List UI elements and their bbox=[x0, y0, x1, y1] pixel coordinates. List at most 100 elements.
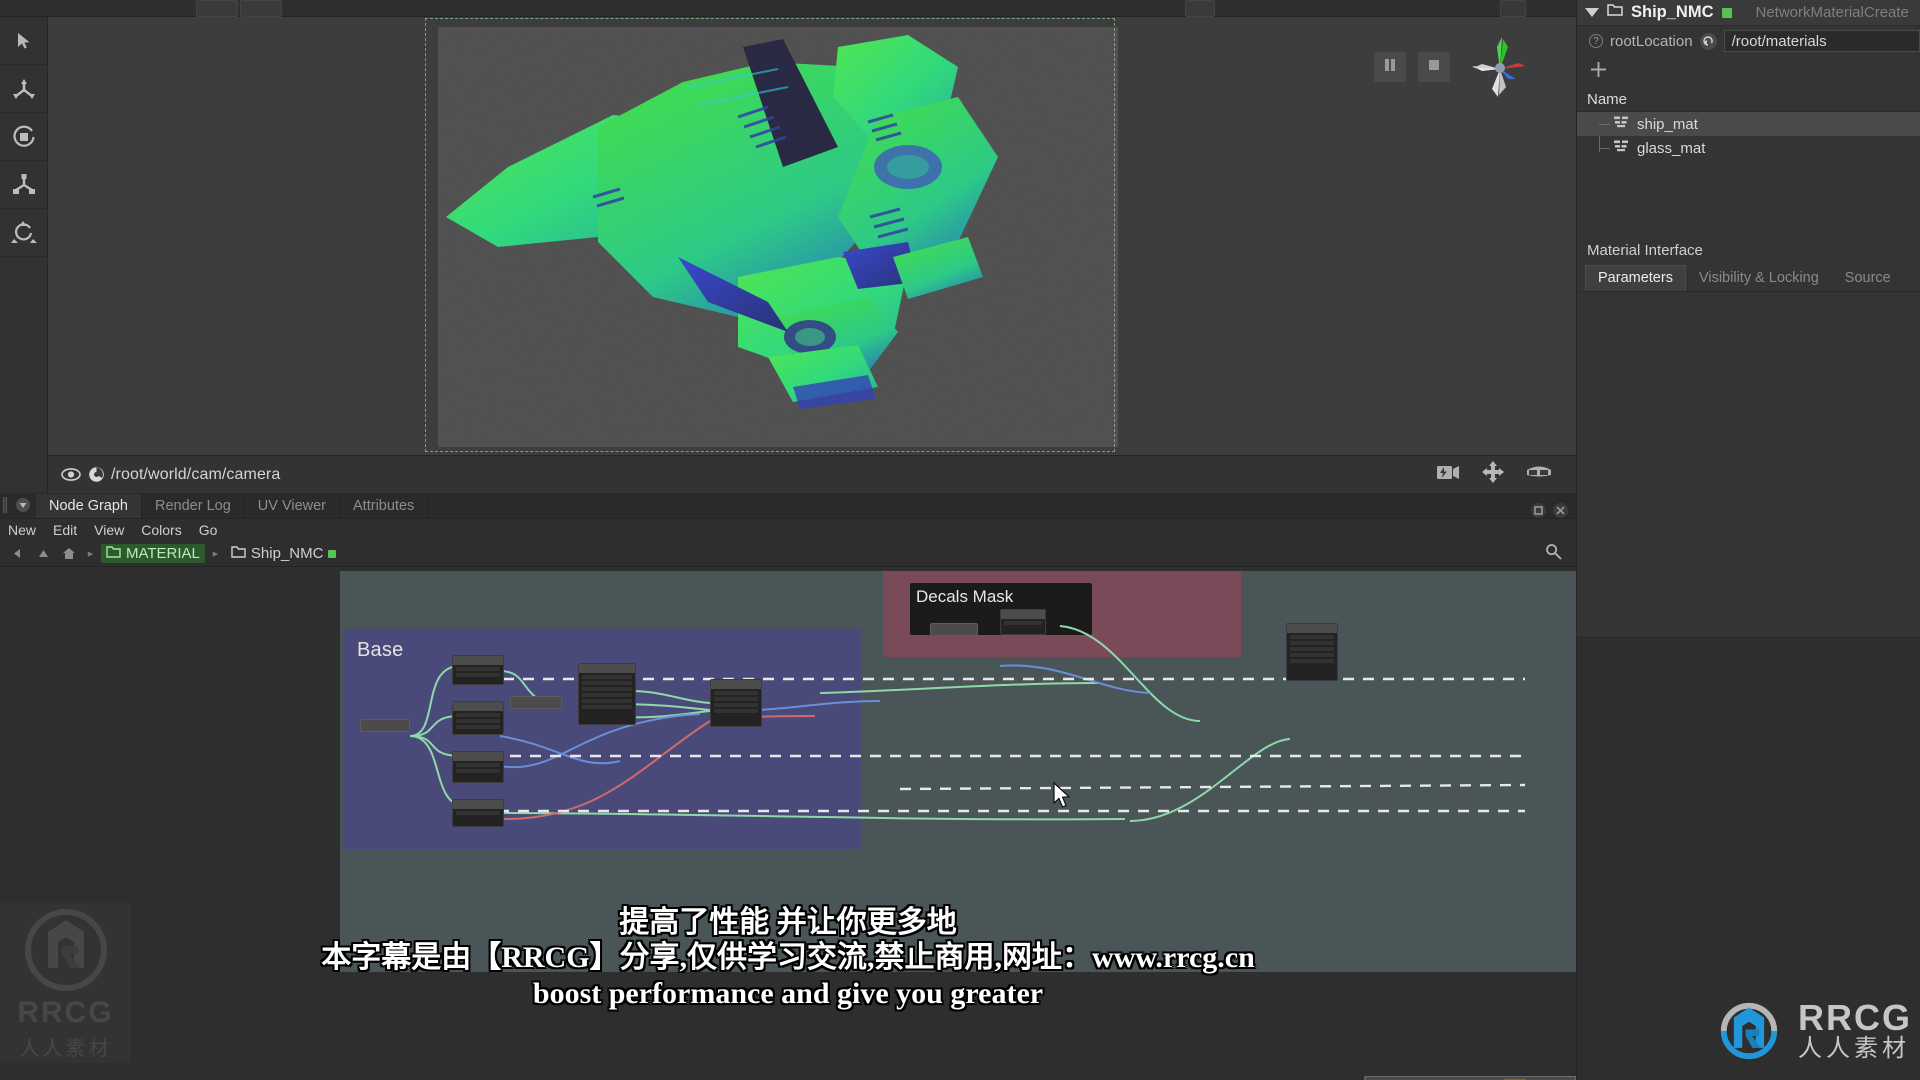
rrcg-logo-icon bbox=[24, 908, 107, 991]
graph-node-base-2[interactable] bbox=[452, 701, 504, 735]
breadcrumb-item-material[interactable]: MATERIAL bbox=[101, 544, 205, 563]
up-arrow-icon[interactable] bbox=[32, 548, 54, 559]
pause-button[interactable] bbox=[1374, 52, 1406, 82]
root-location-label: rootLocation bbox=[1610, 32, 1693, 50]
viewport-3d[interactable] bbox=[48, 17, 1576, 455]
plus-icon[interactable] bbox=[1589, 60, 1608, 84]
pan-tool-icon[interactable] bbox=[1482, 461, 1504, 488]
tab-label: Node Graph bbox=[49, 498, 128, 514]
parameters-panel: Ship_NMC NetworkMaterialCreate ? rootLoc… bbox=[1576, 0, 1920, 1080]
graph-node-network-material[interactable] bbox=[578, 663, 636, 725]
camera-iris-icon[interactable] bbox=[84, 466, 108, 483]
axis-gizmo[interactable] bbox=[1470, 35, 1530, 103]
backdrop-label: Decals Mask bbox=[916, 587, 1014, 606]
breadcrumb-item-ship-nmc[interactable]: Ship_NMC bbox=[226, 544, 342, 563]
tab-label: Parameters bbox=[1598, 270, 1673, 286]
root-location-row: ? rootLocation /root/materials bbox=[1577, 26, 1920, 56]
pause-icon bbox=[1383, 58, 1397, 77]
select-tool[interactable] bbox=[0, 17, 48, 65]
material-name-label: ship_mat bbox=[1637, 115, 1698, 133]
tab-label: Attributes bbox=[353, 498, 415, 514]
orbit-tool[interactable] bbox=[0, 209, 48, 257]
tab-node-graph[interactable]: Node Graph bbox=[36, 494, 142, 518]
watermark-right-text: RRCG bbox=[1798, 996, 1912, 1038]
node-graph-tabbar: Node Graph Render Log UV Viewer Attribut… bbox=[0, 493, 1576, 519]
breadcrumb-label: Ship_NMC bbox=[250, 545, 324, 562]
revert-arrow-icon[interactable] bbox=[1699, 32, 1717, 50]
camera-path-label: /root/world/cam/camera bbox=[111, 465, 281, 483]
toolbar-ghost-button-4[interactable] bbox=[1500, 0, 1526, 17]
home-folder-icon[interactable] bbox=[58, 547, 80, 560]
graph-node-base-1[interactable] bbox=[452, 655, 504, 685]
material-interface-title: Material Interface bbox=[1587, 242, 1703, 259]
output-node[interactable]: OUTPUT Material Solo 1 Base_Color 2 Base… bbox=[1364, 1076, 1576, 1080]
materials-table: Name ship_mat glass_mat bbox=[1577, 88, 1920, 230]
panel-grip-icon[interactable] bbox=[0, 492, 10, 518]
menu-go[interactable]: Go bbox=[199, 522, 218, 538]
breadcrumb: ▸ MATERIAL ▸ Ship_NMC bbox=[0, 541, 1576, 567]
stop-icon bbox=[1427, 58, 1441, 77]
material-interface-tabs: Parameters Visibility & Locking Source bbox=[1577, 265, 1920, 292]
left-toolbar bbox=[0, 17, 48, 497]
scale-tool[interactable] bbox=[0, 161, 48, 209]
graph-node-base-hub[interactable] bbox=[710, 679, 762, 727]
spaceship-model bbox=[438, 27, 1118, 447]
tab-label: Source bbox=[1844, 270, 1891, 286]
chevron-down-icon[interactable] bbox=[1585, 8, 1599, 17]
material-name-label: glass_mat bbox=[1637, 139, 1706, 157]
watermark-right: RRCG 人人素材 bbox=[1712, 994, 1912, 1068]
folder-icon bbox=[1607, 3, 1623, 22]
node-header[interactable]: Ship_NMC NetworkMaterialCreate bbox=[1577, 0, 1920, 26]
column-header-name: Name bbox=[1587, 91, 1628, 108]
menu-edit[interactable]: Edit bbox=[53, 522, 77, 538]
tab-attributes[interactable]: Attributes bbox=[340, 494, 429, 518]
node-type-label: NetworkMaterialCreate bbox=[1755, 4, 1909, 21]
material-node-icon bbox=[1613, 139, 1629, 157]
table-row[interactable]: ship_mat bbox=[1577, 112, 1920, 136]
toolbar-ghost-button-2[interactable] bbox=[240, 0, 282, 17]
table-body: ship_mat glass_mat bbox=[1577, 112, 1920, 230]
parameters-body: ? rootLocation /root/materials Name ship… bbox=[1577, 26, 1920, 292]
graph-node-map-connector[interactable] bbox=[510, 696, 562, 709]
node-graph-menubar: New Edit View Colors Go bbox=[0, 519, 1576, 541]
tab-visibility-locking[interactable]: Visibility & Locking bbox=[1686, 265, 1832, 291]
menu-view[interactable]: View bbox=[94, 522, 124, 538]
rotate-circle-icon bbox=[11, 124, 37, 150]
node-status-dot bbox=[328, 549, 337, 558]
panel-menu-icon[interactable] bbox=[10, 492, 36, 518]
tab-source[interactable]: Source bbox=[1832, 265, 1904, 291]
translate-tool[interactable] bbox=[0, 65, 48, 113]
graph-node-decal-primitive[interactable] bbox=[930, 623, 978, 636]
stereo-view-icon[interactable] bbox=[1526, 465, 1552, 484]
toolbar-ghost-button-1[interactable] bbox=[196, 0, 238, 17]
graph-node-base-3[interactable] bbox=[452, 751, 504, 783]
tab-parameters[interactable]: Parameters bbox=[1585, 265, 1686, 291]
watermark-left: RRCG 人人素材 bbox=[0, 903, 131, 1063]
graph-node-decal-mix[interactable] bbox=[1000, 609, 1046, 635]
snapshot-icon[interactable] bbox=[1436, 464, 1460, 486]
backdrop-base[interactable]: Base bbox=[343, 629, 861, 849]
help-question-icon[interactable]: ? bbox=[1589, 34, 1603, 48]
table-row[interactable]: glass_mat bbox=[1577, 136, 1920, 160]
close-panel-button[interactable] bbox=[1553, 503, 1568, 518]
viewer-status-bar: /root/world/cam/camera bbox=[48, 455, 1576, 493]
root-location-input[interactable]: /root/materials bbox=[1723, 30, 1920, 52]
search-magnifier-icon[interactable] bbox=[1545, 543, 1576, 565]
menu-new[interactable]: New bbox=[8, 522, 36, 538]
graph-node-terminal[interactable] bbox=[1286, 623, 1338, 681]
node-name-label: Ship_NMC bbox=[1631, 3, 1714, 21]
rotate-tool[interactable] bbox=[0, 113, 48, 161]
toolbar-ghost-button-3[interactable] bbox=[1185, 0, 1215, 17]
graph-node-primitive[interactable] bbox=[360, 719, 410, 732]
maximize-panel-button[interactable] bbox=[1531, 503, 1546, 518]
graph-node-base-4[interactable] bbox=[452, 799, 504, 827]
visibility-eye-icon[interactable] bbox=[58, 468, 84, 481]
tab-render-log[interactable]: Render Log bbox=[142, 494, 245, 518]
stop-button[interactable] bbox=[1418, 52, 1450, 82]
tab-uv-viewer[interactable]: UV Viewer bbox=[245, 494, 341, 518]
menu-colors[interactable]: Colors bbox=[141, 522, 181, 538]
back-arrow-icon[interactable] bbox=[6, 548, 28, 559]
output-node-header[interactable]: OUTPUT bbox=[1365, 1076, 1576, 1080]
node-graph-canvas[interactable]: Base Decals Mask bbox=[0, 571, 1576, 1080]
scale-handles-icon bbox=[11, 172, 37, 198]
